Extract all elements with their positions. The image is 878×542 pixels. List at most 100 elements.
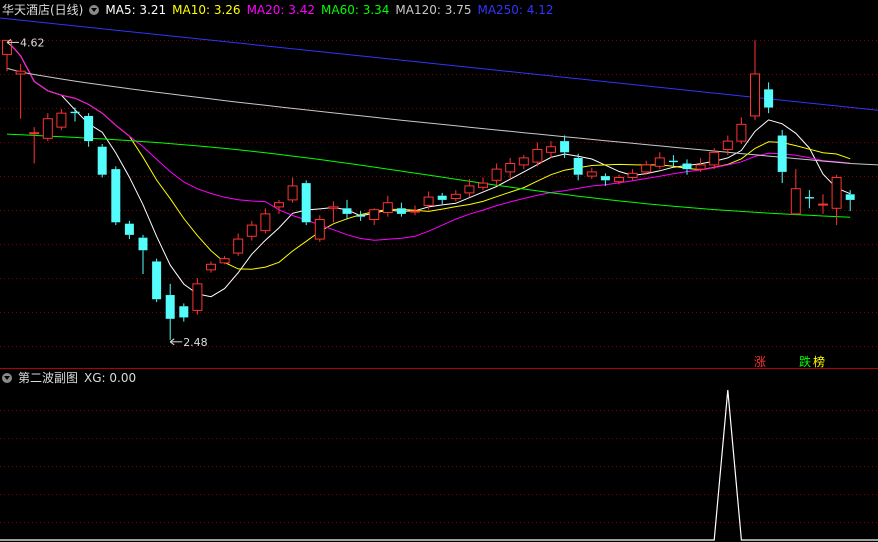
ma250-line xyxy=(0,17,878,111)
candle xyxy=(573,153,583,181)
candle-body xyxy=(165,295,175,319)
annotation-label: 4.62 xyxy=(20,36,45,49)
candle-body xyxy=(682,163,692,170)
candle-body xyxy=(328,206,339,209)
candle xyxy=(586,167,597,179)
candle-body xyxy=(342,208,352,214)
candle xyxy=(15,64,26,119)
candle xyxy=(97,143,107,178)
candle xyxy=(356,211,366,221)
candle-body xyxy=(777,135,787,172)
candle-body xyxy=(382,202,393,213)
candle xyxy=(437,192,447,205)
candle-body xyxy=(505,163,516,173)
candle xyxy=(831,174,842,226)
candle xyxy=(138,234,148,275)
candle-body xyxy=(369,209,380,220)
candle xyxy=(29,127,40,164)
candle xyxy=(246,220,257,241)
candle-body xyxy=(614,177,624,183)
candle xyxy=(764,82,774,114)
ma250-label: MA250: 4.12 xyxy=(477,3,554,17)
candle-body xyxy=(423,196,434,206)
candle-body xyxy=(695,164,706,170)
candle-body xyxy=(356,215,366,217)
candle xyxy=(818,194,828,214)
candle xyxy=(369,208,380,226)
candle-body xyxy=(641,164,652,173)
candle xyxy=(736,117,747,144)
candle-body xyxy=(804,197,814,199)
fall-marker[interactable]: 跌 xyxy=(799,355,811,369)
candle-body xyxy=(450,193,461,199)
candle xyxy=(165,283,175,340)
rank-marker[interactable]: 榜 xyxy=(813,355,825,369)
indicator-header: 第二波副图 XG: 0.00 xyxy=(2,370,142,386)
candle xyxy=(179,303,189,322)
candle xyxy=(750,40,760,121)
candle-body xyxy=(56,112,67,128)
main-chart-svg: 4.62 2.48 xyxy=(0,17,878,541)
candle xyxy=(342,199,352,220)
candle xyxy=(546,141,556,158)
candle xyxy=(274,199,284,214)
rise-marker[interactable]: 涨 xyxy=(754,355,766,369)
candle xyxy=(804,190,814,209)
candle xyxy=(124,220,134,240)
candle-body xyxy=(437,195,447,200)
candle xyxy=(56,108,67,130)
candle-body xyxy=(97,146,107,175)
candle-body xyxy=(560,141,570,153)
candle xyxy=(777,129,787,184)
candle-body xyxy=(138,237,148,251)
candle-body xyxy=(179,306,189,318)
candle-body xyxy=(246,224,257,237)
candle-body xyxy=(764,89,774,108)
candle xyxy=(845,190,855,212)
candle-body xyxy=(736,123,747,142)
indicator-grid xyxy=(0,410,878,523)
candle xyxy=(491,163,502,186)
candle-body xyxy=(287,185,298,201)
candle-body xyxy=(410,210,420,213)
candle xyxy=(233,233,244,256)
candle-body xyxy=(206,263,216,271)
main-header: 华天酒店(日线) MA5: 3.21 MA10: 3.26 MA20: 3.42 MA6… xyxy=(2,2,560,18)
candle-body xyxy=(818,203,828,206)
candle-body xyxy=(790,188,801,215)
ma5-label: MA5: 3.21 xyxy=(105,3,167,17)
candle xyxy=(70,107,80,122)
ma120-label: MA120: 3.75 xyxy=(395,3,472,17)
candle-body xyxy=(219,258,230,264)
collapse-icon[interactable] xyxy=(2,373,12,383)
candle xyxy=(790,169,801,215)
candle xyxy=(423,191,434,210)
ma20-label: MA20: 3.42 xyxy=(246,3,315,17)
ma60-label: MA60: 3.34 xyxy=(321,3,390,17)
candle-body xyxy=(84,115,94,142)
annotation-label: 2.48 xyxy=(183,336,208,349)
candle-body xyxy=(314,218,325,240)
candle xyxy=(654,152,665,170)
price-grid xyxy=(0,40,878,347)
candle-body xyxy=(586,171,597,177)
candle-body xyxy=(396,208,406,214)
collapse-icon[interactable] xyxy=(89,5,100,15)
candle-body xyxy=(478,182,488,188)
candle xyxy=(396,202,406,217)
candle-body xyxy=(668,160,678,163)
ma5-line xyxy=(6,40,851,298)
candles xyxy=(2,39,855,340)
candle xyxy=(219,255,230,265)
candle xyxy=(328,201,339,223)
candle-body xyxy=(464,185,475,194)
candle xyxy=(668,155,678,167)
candle xyxy=(152,258,162,303)
candle xyxy=(518,155,529,170)
candle-body xyxy=(750,73,760,117)
candle xyxy=(505,157,516,179)
candle-body xyxy=(845,194,855,200)
candle-body xyxy=(600,176,610,181)
candle xyxy=(382,195,393,217)
candle-body xyxy=(70,111,80,114)
